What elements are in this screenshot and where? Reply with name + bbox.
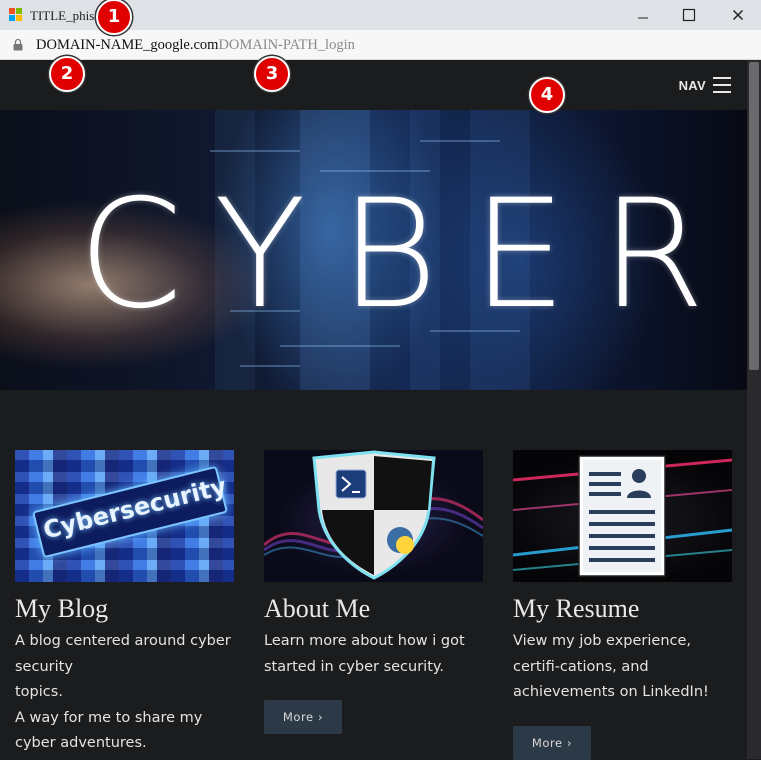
scrollbar[interactable]: [747, 60, 761, 759]
card-title-resume[interactable]: My Resume: [513, 594, 732, 624]
minimize-button[interactable]: [620, 0, 666, 30]
shield-emblem-icon: [264, 450, 483, 580]
url-path: DOMAIN-PATH_login: [218, 37, 355, 53]
card-title-blog[interactable]: My Blog: [15, 594, 234, 624]
card-text-resume: View my job experience, certifi-cations,…: [513, 633, 709, 700]
nav-label[interactable]: NAV: [679, 78, 706, 93]
url-text[interactable]: DOMAIN-NAME_google.comDOMAIN-PATH_login: [36, 37, 355, 54]
blog-image[interactable]: Cybersecurity: [15, 450, 234, 582]
about-image[interactable]: [264, 450, 483, 582]
resume-document-icon: [513, 455, 732, 577]
scrollbar-thumb[interactable]: [749, 62, 759, 370]
hamburger-menu-icon[interactable]: [713, 77, 731, 93]
card-my-resume: My Resume View my job experience, certif…: [513, 450, 732, 760]
card-about-me: About Me Learn more about how i got star…: [264, 450, 483, 734]
hero-banner: CYBER: [0, 110, 747, 390]
marker-4: 4: [529, 77, 565, 113]
card-text-line: A blog centered around cyber security: [15, 633, 231, 675]
minimize-icon: [638, 17, 648, 19]
card-text-line: A way for me to share my cyber adventure…: [15, 709, 203, 752]
card-text-about: Learn more about how i got started in cy…: [264, 633, 465, 675]
card-title-about[interactable]: About Me: [264, 594, 483, 624]
close-icon: [732, 9, 744, 21]
tab-title[interactable]: TITLE_phish: [30, 8, 101, 24]
url-domain: DOMAIN-NAME_google.com: [36, 37, 219, 53]
close-button[interactable]: [715, 0, 761, 30]
resume-more-button[interactable]: More ›: [513, 725, 591, 760]
marker-3: 3: [254, 56, 290, 92]
marker-2: 2: [49, 56, 85, 92]
maximize-button[interactable]: [666, 0, 712, 30]
marker-1: 1: [96, 0, 132, 35]
card-my-blog: Cybersecurity My Blog A blog centered ar…: [15, 450, 234, 757]
about-more-button[interactable]: More ›: [264, 700, 342, 734]
hero-title: CYBER: [78, 168, 739, 342]
maximize-icon: [682, 8, 696, 22]
lock-icon: [13, 38, 23, 51]
windows-logo-icon: [9, 8, 23, 22]
card-text-line: topics.: [15, 684, 63, 700]
card-text-blog: A blog centered around cyber security to…: [15, 629, 234, 757]
resume-image[interactable]: [513, 450, 732, 582]
site-header: NAV: [0, 60, 747, 110]
